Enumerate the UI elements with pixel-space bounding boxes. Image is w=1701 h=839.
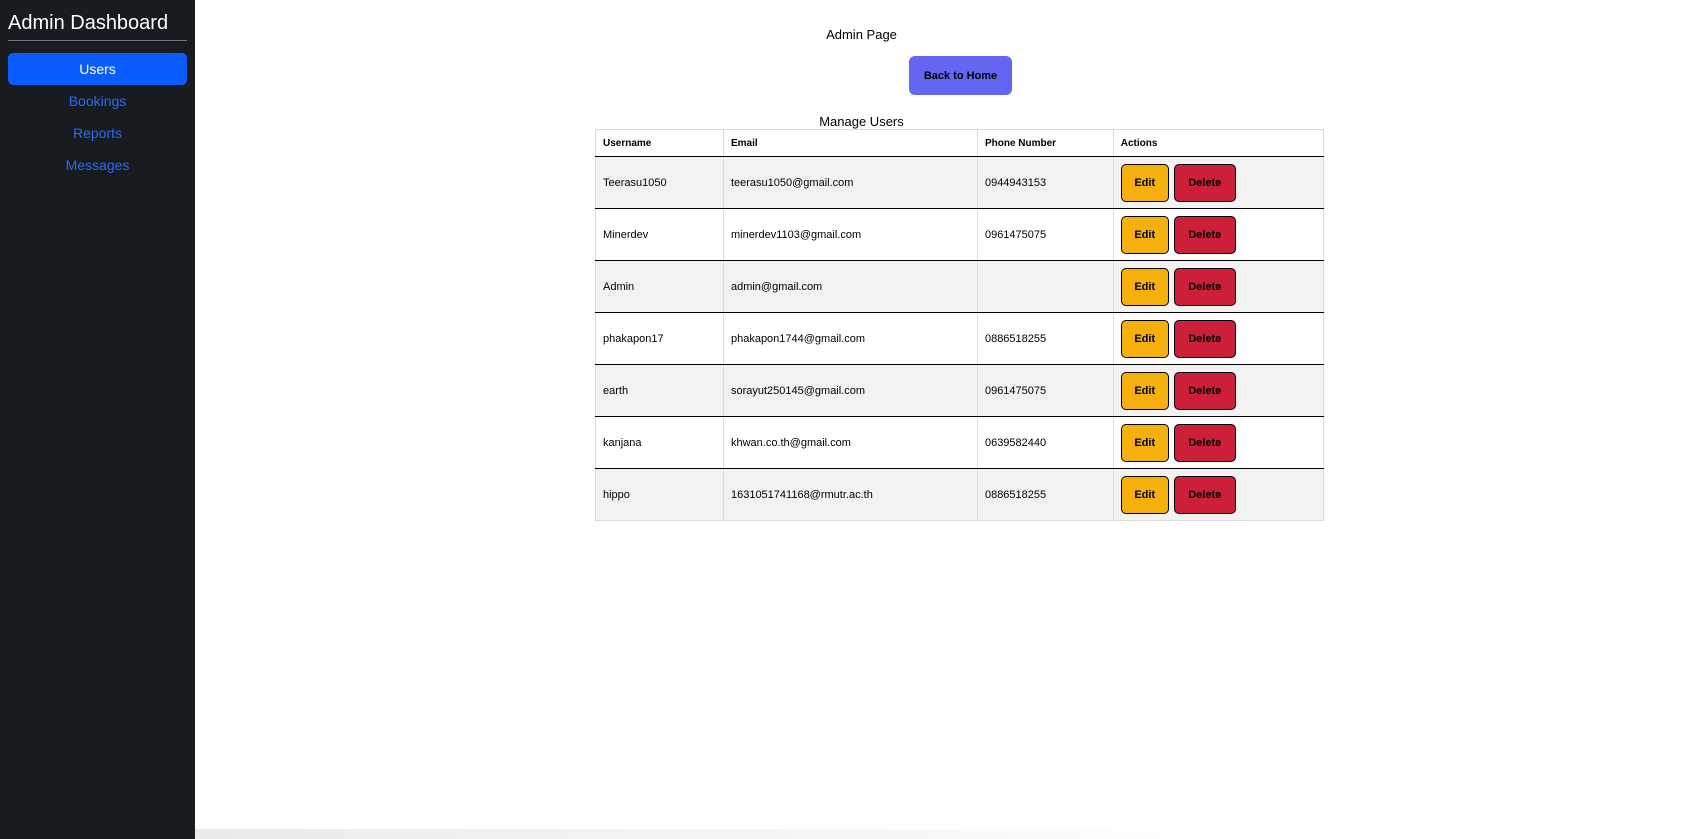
- table-row: Admin admin@gmail.com Edit Delete: [595, 260, 1325, 313]
- edit-button[interactable]: Edit: [1120, 423, 1169, 462]
- edit-button[interactable]: Edit: [1120, 475, 1169, 514]
- edit-button[interactable]: Edit: [1120, 319, 1169, 358]
- header-username: Username: [595, 129, 724, 157]
- cell-email: khwan.co.th@gmail.com: [722, 416, 978, 469]
- delete-button[interactable]: Delete: [1173, 423, 1236, 462]
- edit-button[interactable]: Edit: [1120, 267, 1169, 306]
- cell-phone: 0639582440: [976, 416, 1114, 469]
- delete-button[interactable]: Delete: [1173, 267, 1236, 306]
- sidebar-item-users[interactable]: Users: [8, 53, 187, 85]
- section-title: Manage Users: [819, 114, 904, 129]
- cell-phone: 0944943153: [976, 156, 1114, 209]
- cell-email: phakapon1744@gmail.com: [722, 312, 978, 365]
- cell-actions: Edit Delete: [1112, 312, 1325, 365]
- edit-button[interactable]: Edit: [1120, 371, 1169, 410]
- header-phone: Phone Number: [976, 129, 1114, 157]
- main-content: Admin Page Back to Home Manage Users Use…: [195, 0, 1701, 839]
- table-row: earth sorayut250145@gmail.com 0961475075…: [595, 364, 1325, 417]
- cell-username: Admin: [595, 260, 724, 313]
- cell-username: Minerdev: [595, 208, 724, 261]
- page-title: Admin Page: [826, 27, 897, 42]
- header-actions: Actions: [1112, 129, 1325, 157]
- cell-phone: [976, 260, 1114, 313]
- table-row: Minerdev minerdev1103@gmail.com 09614750…: [595, 208, 1325, 261]
- cell-actions: Edit Delete: [1112, 364, 1325, 417]
- table-row: phakapon17 phakapon1744@gmail.com 088651…: [595, 312, 1325, 365]
- delete-button[interactable]: Delete: [1173, 215, 1236, 254]
- users-table: Username Email Phone Number Actions Teer…: [595, 129, 1325, 521]
- edit-button[interactable]: Edit: [1120, 163, 1169, 202]
- table-row: hippo 1631051741168@rmutr.ac.th 08865182…: [595, 468, 1325, 521]
- cell-username: earth: [595, 364, 724, 417]
- delete-button[interactable]: Delete: [1173, 319, 1236, 358]
- table-header: Username Email Phone Number Actions: [595, 129, 1325, 157]
- sidebar-item-bookings[interactable]: Bookings: [8, 85, 187, 117]
- delete-button[interactable]: Delete: [1173, 371, 1236, 410]
- sidebar-title: Admin Dashboard: [8, 0, 187, 41]
- cell-actions: Edit Delete: [1112, 260, 1325, 313]
- delete-button[interactable]: Delete: [1173, 475, 1236, 514]
- table-body: Teerasu1050 teerasu1050@gmail.com 094494…: [595, 156, 1325, 521]
- cell-username: Teerasu1050: [595, 156, 724, 209]
- delete-button[interactable]: Delete: [1173, 163, 1236, 202]
- sidebar: Admin Dashboard Users Bookings Reports M…: [0, 0, 195, 839]
- cell-email: admin@gmail.com: [722, 260, 978, 313]
- back-to-home-button[interactable]: Back to Home: [909, 56, 1012, 95]
- cell-username: hippo: [595, 468, 724, 521]
- horizontal-scroll-shadow: [195, 829, 1175, 839]
- sidebar-item-reports[interactable]: Reports: [8, 117, 187, 149]
- cell-actions: Edit Delete: [1112, 208, 1325, 261]
- cell-email: 1631051741168@rmutr.ac.th: [722, 468, 978, 521]
- cell-email: sorayut250145@gmail.com: [722, 364, 978, 417]
- cell-actions: Edit Delete: [1112, 156, 1325, 209]
- edit-button[interactable]: Edit: [1120, 215, 1169, 254]
- header-email: Email: [722, 129, 978, 157]
- cell-username: phakapon17: [595, 312, 724, 365]
- table-row: Teerasu1050 teerasu1050@gmail.com 094494…: [595, 156, 1325, 209]
- cell-actions: Edit Delete: [1112, 468, 1325, 521]
- cell-phone: 0961475075: [976, 208, 1114, 261]
- cell-actions: Edit Delete: [1112, 416, 1325, 469]
- cell-email: minerdev1103@gmail.com: [722, 208, 978, 261]
- sidebar-item-messages[interactable]: Messages: [8, 149, 187, 181]
- cell-phone: 0961475075: [976, 364, 1114, 417]
- cell-phone: 0886518255: [976, 468, 1114, 521]
- table-header-row: Username Email Phone Number Actions: [595, 129, 1325, 157]
- sidebar-nav: Users Bookings Reports Messages: [8, 53, 187, 181]
- cell-email: teerasu1050@gmail.com: [722, 156, 978, 209]
- cell-phone: 0886518255: [976, 312, 1114, 365]
- table-row: kanjana khwan.co.th@gmail.com 0639582440…: [595, 416, 1325, 469]
- cell-username: kanjana: [595, 416, 724, 469]
- app-window: Admin Dashboard Users Bookings Reports M…: [0, 0, 1701, 839]
